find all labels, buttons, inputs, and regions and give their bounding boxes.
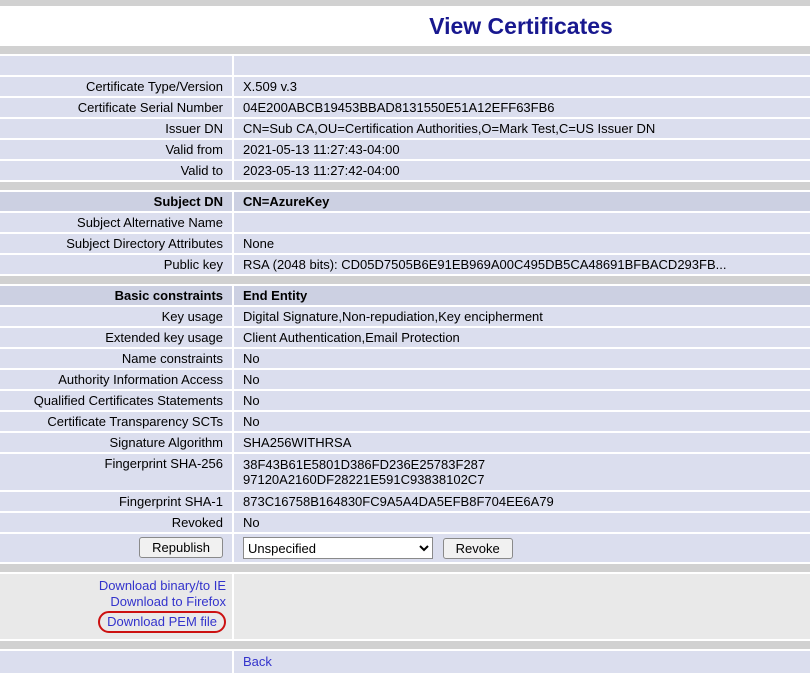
- back-link[interactable]: Back: [243, 654, 272, 670]
- table-row-serial-number: Certificate Serial Number 04E200ABCB1945…: [0, 98, 810, 117]
- row-label: Signature Algorithm: [0, 433, 232, 452]
- table-row-qualified-statements: Qualified Certificates Statements No: [0, 391, 810, 410]
- download-empty-cell: [234, 574, 810, 639]
- row-value: No: [234, 370, 810, 389]
- section-header-value: CN=AzureKey: [234, 192, 810, 211]
- row-value: X.509 v.3: [234, 77, 810, 96]
- revoke-button[interactable]: Revoke: [443, 538, 513, 559]
- section-header-value: End Entity: [234, 286, 810, 305]
- row-value: [234, 213, 810, 232]
- table-row-authority-info-access: Authority Information Access No: [0, 370, 810, 389]
- back-row-empty-cell: [0, 651, 232, 673]
- row-value: 2023-05-13 11:27:42-04:00: [234, 161, 810, 180]
- row-label: Revoked: [0, 513, 232, 532]
- table-row-issuer-dn: Issuer DN CN=Sub CA,OU=Certification Aut…: [0, 119, 810, 138]
- row-label: Authority Information Access: [0, 370, 232, 389]
- row-label: Extended key usage: [0, 328, 232, 347]
- row-value: No: [234, 349, 810, 368]
- row-value: None: [234, 234, 810, 253]
- table-row-fingerprint-sha1: Fingerprint SHA-1 873C16758B164830FC9A5A…: [0, 492, 810, 511]
- section-separator: [0, 276, 810, 284]
- section-separator: [0, 564, 810, 572]
- revocation-reason-select[interactable]: Unspecified: [243, 537, 433, 559]
- row-value: No: [234, 513, 810, 532]
- actions-left-cell: Republish: [0, 534, 232, 562]
- row-value: 2021-05-13 11:27:43-04:00: [234, 140, 810, 159]
- row-value: SHA256WITHRSA: [234, 433, 810, 452]
- table-row-subject-dn: Subject DN CN=AzureKey: [0, 192, 810, 211]
- table-row-transparency-scts: Certificate Transparency SCTs No: [0, 412, 810, 431]
- download-links-cell: Download binary/to IE Download to Firefo…: [0, 574, 232, 639]
- row-label: Qualified Certificates Statements: [0, 391, 232, 410]
- page-title: View Certificates: [429, 13, 613, 40]
- section-header-label: Basic constraints: [0, 286, 232, 305]
- section-header-label: Subject DN: [0, 192, 232, 211]
- row-label: Certificate Transparency SCTs: [0, 412, 232, 431]
- table-row-fingerprint-sha256: Fingerprint SHA-256 38F43B61E5801D386FD2…: [0, 454, 810, 490]
- fingerprint-line-2: 97120A2160DF28221E591C93838102C7: [243, 472, 801, 487]
- table-row-basic-constraints: Basic constraints End Entity: [0, 286, 810, 305]
- actions-right-cell: Unspecified Revoke: [234, 534, 810, 562]
- row-value: No: [234, 391, 810, 410]
- title-area: View Certificates: [0, 6, 810, 46]
- row-label: Valid to: [0, 161, 232, 180]
- row-label: Certificate Serial Number: [0, 98, 232, 117]
- row-value: 38F43B61E5801D386FD236E25783F287 97120A2…: [234, 454, 810, 490]
- table-row-subject-alt-name: Subject Alternative Name: [0, 213, 810, 232]
- table-row-subject-dir-attrs: Subject Directory Attributes None: [0, 234, 810, 253]
- section-separator: [0, 182, 810, 190]
- table-row-signature-algorithm: Signature Algorithm SHA256WITHRSA: [0, 433, 810, 452]
- section-separator: [0, 46, 810, 54]
- row-value: CN=Sub CA,OU=Certification Authorities,O…: [234, 119, 810, 138]
- row-label: Fingerprint SHA-1: [0, 492, 232, 511]
- row-value: Digital Signature,Non-repudiation,Key en…: [234, 307, 810, 326]
- table-row-public-key: Public key RSA (2048 bits): CD05D7505B6E…: [0, 255, 810, 274]
- table-row-key-usage: Key usage Digital Signature,Non-repudiat…: [0, 307, 810, 326]
- row-label: Subject Directory Attributes: [0, 234, 232, 253]
- row-label: Valid from: [0, 140, 232, 159]
- actions-row: Republish Unspecified Revoke: [0, 534, 810, 562]
- row-value: Client Authentication,Email Protection: [234, 328, 810, 347]
- row-label: Fingerprint SHA-256: [0, 454, 232, 490]
- row-label-empty: [0, 56, 232, 75]
- fingerprint-line-1: 38F43B61E5801D386FD236E25783F287: [243, 457, 801, 472]
- back-row-value-cell: Back: [234, 651, 810, 673]
- row-value: No: [234, 412, 810, 431]
- table-row-extended-key-usage: Extended key usage Client Authentication…: [0, 328, 810, 347]
- row-value: 04E200ABCB19453BBAD8131550E51A12EFF63FB6: [234, 98, 810, 117]
- row-label: Public key: [0, 255, 232, 274]
- download-pem-link[interactable]: Download PEM file: [98, 611, 226, 633]
- republish-button[interactable]: Republish: [139, 537, 223, 558]
- table-row-cert-type: Certificate Type/Version X.509 v.3: [0, 77, 810, 96]
- table-row-valid-from: Valid from 2021-05-13 11:27:43-04:00: [0, 140, 810, 159]
- table-row-valid-to: Valid to 2023-05-13 11:27:42-04:00: [0, 161, 810, 180]
- row-value: RSA (2048 bits): CD05D7505B6E91EB969A00C…: [234, 255, 810, 274]
- download-binary-ie-link[interactable]: Download binary/to IE: [9, 578, 226, 594]
- row-label: Issuer DN: [0, 119, 232, 138]
- row-value: 873C16758B164830FC9A5A4DA5EFB8F704EE6A79: [234, 492, 810, 511]
- download-firefox-link[interactable]: Download to Firefox: [9, 594, 226, 610]
- download-row: Download binary/to IE Download to Firefo…: [0, 574, 810, 639]
- table-row-empty: [0, 56, 810, 75]
- back-row: Back: [0, 651, 810, 673]
- row-label: Subject Alternative Name: [0, 213, 232, 232]
- table-row-name-constraints: Name constraints No: [0, 349, 810, 368]
- row-label: Name constraints: [0, 349, 232, 368]
- section-separator: [0, 641, 810, 649]
- row-label: Certificate Type/Version: [0, 77, 232, 96]
- row-value-empty: [234, 56, 810, 75]
- table-row-revoked: Revoked No: [0, 513, 810, 532]
- row-label: Key usage: [0, 307, 232, 326]
